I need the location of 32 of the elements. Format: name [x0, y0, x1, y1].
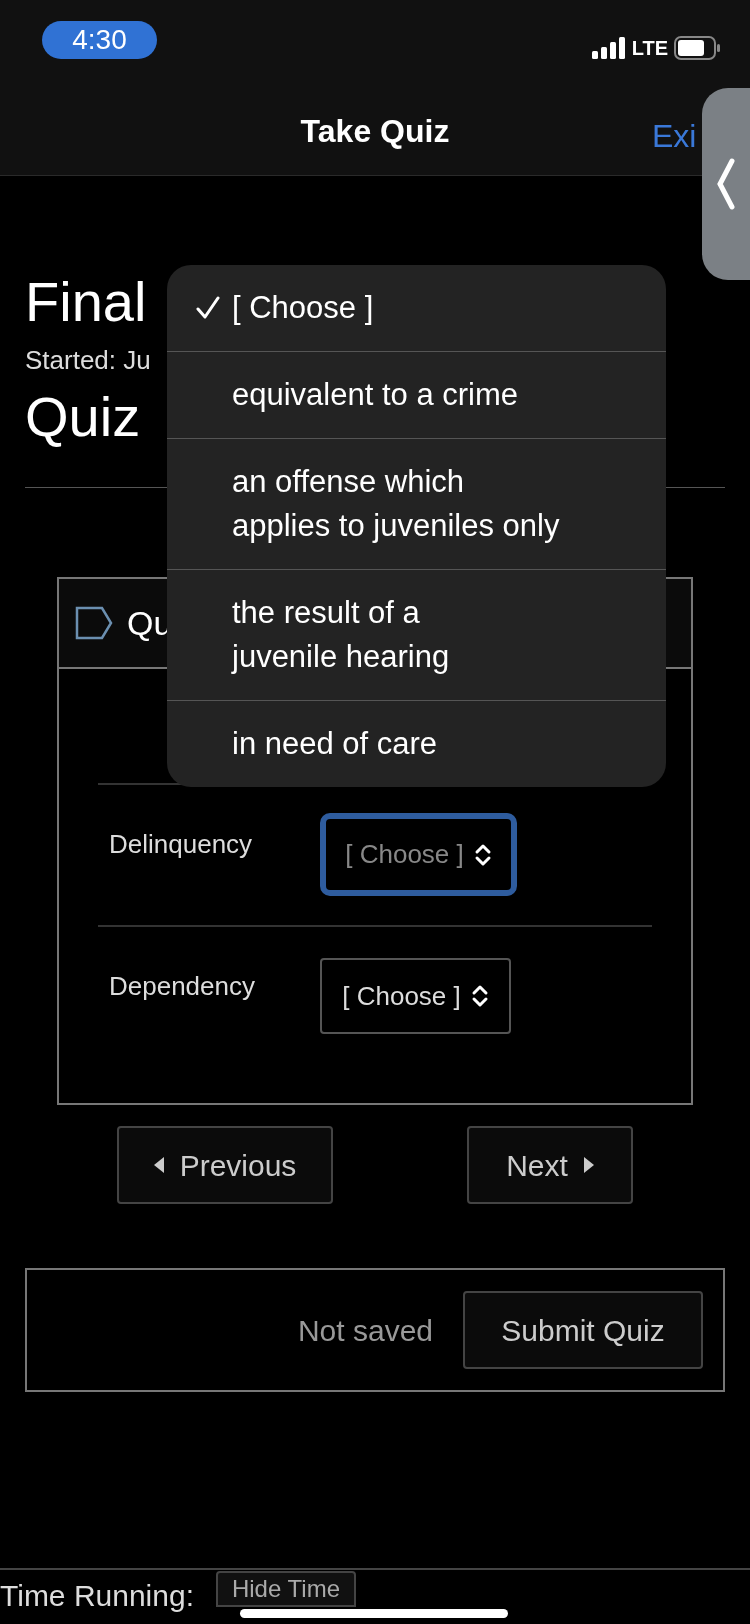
signal-icon — [591, 37, 626, 59]
dropdown-option[interactable]: the result of a juvenile hearing — [167, 569, 666, 700]
quiz-heading: Quiz — [25, 384, 141, 450]
screen-title: Take Quiz — [300, 112, 450, 152]
dropdown-option[interactable]: [ Choose ] — [167, 265, 666, 351]
side-handle[interactable] — [702, 88, 750, 280]
battery-icon — [674, 36, 720, 60]
next-button[interactable]: Next — [467, 1126, 633, 1204]
timer-label: Time Running: — [0, 1578, 194, 1614]
tag-icon — [75, 606, 113, 640]
previous-button[interactable]: Previous — [117, 1126, 333, 1204]
answer-select[interactable]: [ Choose ] — [320, 958, 511, 1034]
exit-link[interactable]: Exi — [652, 111, 697, 160]
caret-right-icon — [583, 1157, 594, 1173]
quiz-title: Final — [25, 270, 147, 334]
started-text: Started: Ju — [25, 344, 152, 376]
answer-label: Dependency — [109, 970, 256, 1003]
answer-select[interactable]: [ Choose ] — [320, 813, 517, 896]
status-time: 4:30 — [42, 21, 157, 59]
caret-left-icon — [153, 1157, 164, 1173]
up-down-icon — [470, 984, 489, 1008]
up-down-icon — [473, 842, 492, 867]
network-label: LTE — [631, 36, 668, 61]
hide-time-button[interactable]: Hide Time — [216, 1571, 356, 1607]
checkmark-icon — [196, 296, 220, 320]
submit-button[interactable]: Submit Quiz — [463, 1291, 703, 1369]
chevron-left-icon — [716, 158, 736, 210]
save-status: Not saved — [297, 1312, 433, 1349]
dropdown-option[interactable]: equivalent to a crime — [167, 351, 666, 438]
dropdown-option[interactable]: in need of care — [167, 700, 666, 787]
dropdown-option[interactable]: an offense which applies to juveniles only — [167, 438, 666, 569]
answer-label: Delinquency — [109, 828, 254, 861]
